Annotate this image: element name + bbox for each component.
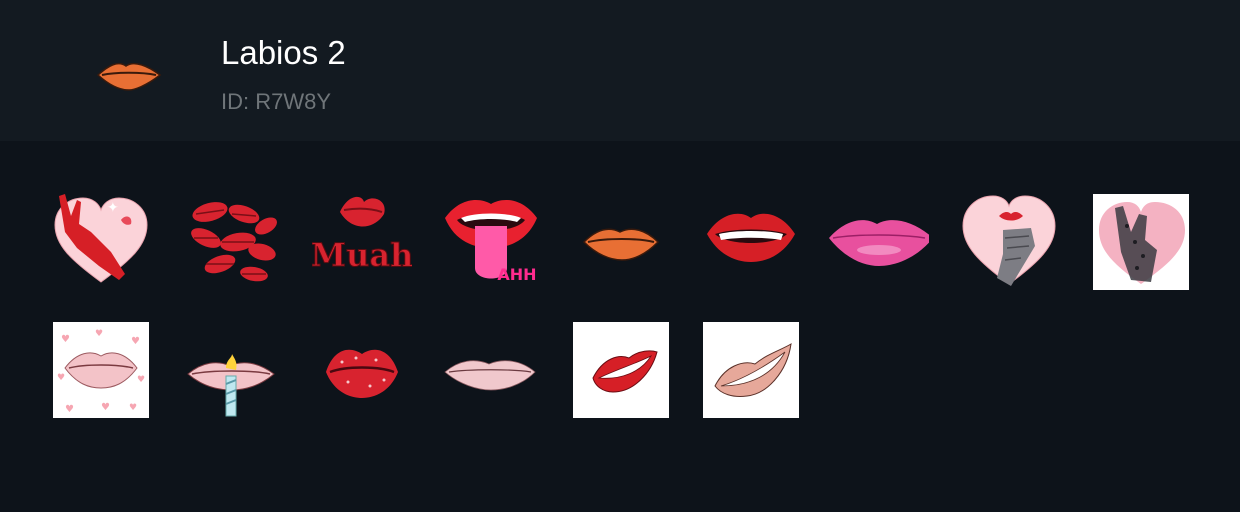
orange-lips-icon	[96, 62, 162, 91]
svg-text:♥: ♥	[101, 402, 110, 413]
sticker-drawn-red-lips[interactable]	[571, 320, 671, 420]
drawn-nude-lips-icon	[703, 322, 799, 418]
svg-text:♥: ♥	[65, 404, 74, 415]
sticker-pale-lips[interactable]	[441, 320, 541, 420]
sticker-kiss-prints[interactable]	[182, 190, 282, 290]
muah-lips-icon: Muah	[312, 196, 412, 275]
sticker-lace-glove-heart[interactable]	[1091, 192, 1191, 292]
svg-text:AHH: AHH	[497, 265, 536, 284]
pale-lips-icon	[444, 360, 536, 391]
sticker-orange-lips[interactable]	[572, 190, 672, 290]
svg-text:✦: ✦	[107, 200, 119, 216]
svg-text:♥: ♥	[129, 403, 137, 413]
kiss-prints-icon	[191, 202, 277, 282]
svg-text:♥: ♥	[57, 373, 65, 383]
lace-glove-heart-icon	[1093, 194, 1189, 290]
orange-lips-icon	[582, 228, 660, 261]
red-hand-heart-icon: ✦	[54, 194, 148, 283]
candle-lips-icon	[187, 354, 275, 417]
sticker-red-smile[interactable]	[701, 190, 801, 290]
sticker-pink-lips[interactable]	[829, 190, 929, 290]
sticker-heart-hand-lips[interactable]	[959, 190, 1059, 290]
pink-lips-icon	[829, 220, 929, 266]
pack-title: Labios 2	[221, 34, 346, 71]
sticker-red-hand-heart[interactable]: ✦	[51, 190, 151, 290]
pack-id: ID: R7W8Y	[221, 89, 332, 114]
lips-hearts-icon: ♥ ♥ ♥ ♥ ♥ ♥ ♥ ♥	[53, 322, 149, 418]
tongue-lips-icon: AHH	[445, 199, 537, 284]
red-smile-lips-icon	[707, 213, 795, 262]
sticker-tongue-ahh[interactable]: AHH	[441, 190, 541, 290]
svg-text:♥: ♥	[95, 329, 103, 339]
drawn-red-lips-icon	[573, 322, 669, 418]
sticker-glitter-lips[interactable]	[312, 320, 412, 420]
sticker-muah[interactable]: Muah	[312, 190, 412, 290]
svg-text:♥: ♥	[131, 336, 140, 347]
pack-header: Labios 2 ID: R7W8Y	[0, 0, 1240, 141]
heart-hand-lips-icon	[962, 195, 1056, 286]
glitter-lips-icon	[326, 349, 398, 398]
sticker-drawn-nude-lips[interactable]	[701, 320, 801, 420]
svg-text:♥: ♥	[61, 334, 70, 345]
sticker-candle-lips[interactable]	[182, 320, 282, 420]
svg-text:Muah: Muah	[312, 236, 412, 274]
svg-text:♥: ♥	[137, 375, 145, 385]
sticker-lips-hearts[interactable]: ♥ ♥ ♥ ♥ ♥ ♥ ♥ ♥	[51, 320, 151, 420]
